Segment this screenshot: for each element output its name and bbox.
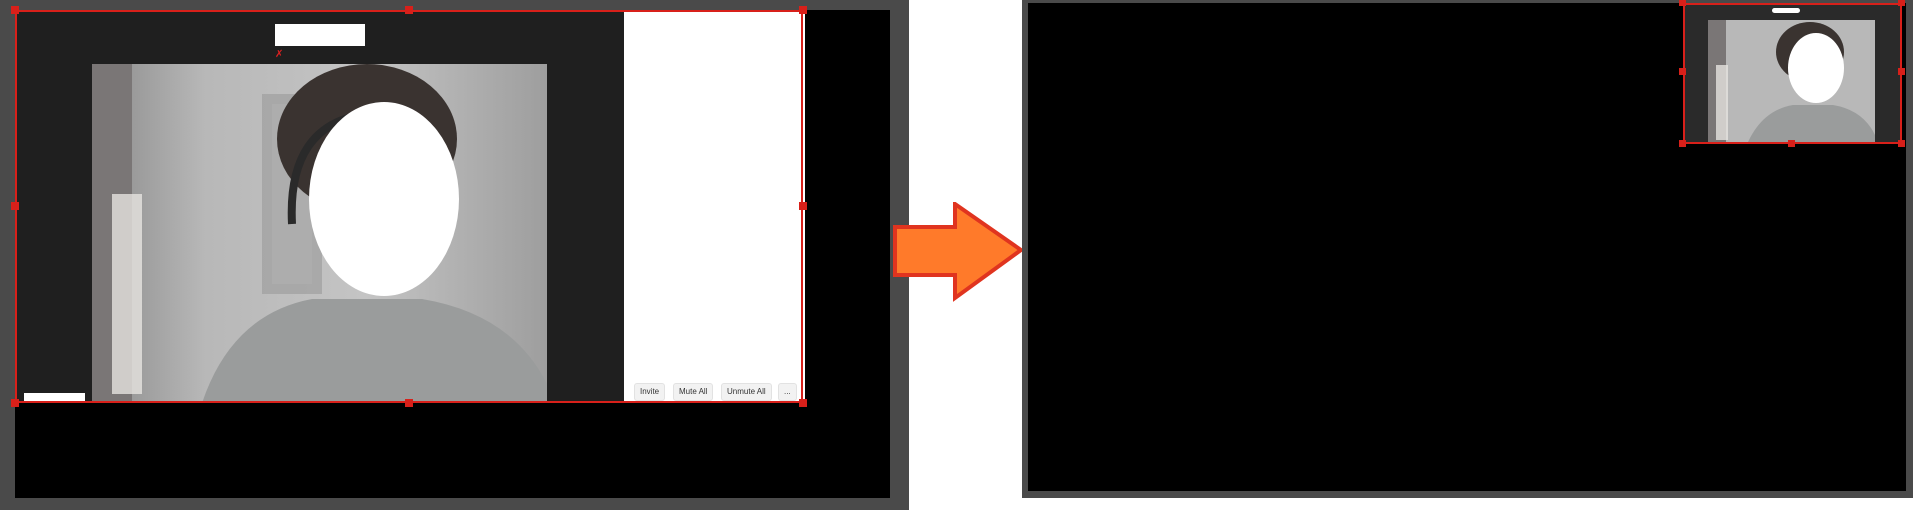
selection-outline bbox=[15, 10, 803, 403]
resize-handle[interactable] bbox=[1898, 140, 1905, 147]
resize-handle[interactable] bbox=[11, 202, 19, 210]
resize-handle[interactable] bbox=[799, 399, 807, 407]
resize-handle[interactable] bbox=[1679, 0, 1686, 6]
resize-handle[interactable] bbox=[1679, 140, 1686, 147]
right-arrow-icon bbox=[893, 202, 1023, 302]
resize-handle[interactable] bbox=[1898, 68, 1905, 75]
resize-handle[interactable] bbox=[11, 6, 19, 14]
resize-handle[interactable] bbox=[1898, 0, 1905, 6]
resize-handle[interactable] bbox=[1788, 140, 1795, 147]
resize-handle[interactable] bbox=[799, 202, 807, 210]
mini-selection-outline bbox=[1683, 3, 1902, 144]
resize-handle[interactable] bbox=[11, 399, 19, 407]
resize-handle[interactable] bbox=[799, 6, 807, 14]
resize-handle[interactable] bbox=[405, 399, 413, 407]
resize-handle[interactable] bbox=[405, 6, 413, 14]
resize-handle[interactable] bbox=[1679, 68, 1686, 75]
